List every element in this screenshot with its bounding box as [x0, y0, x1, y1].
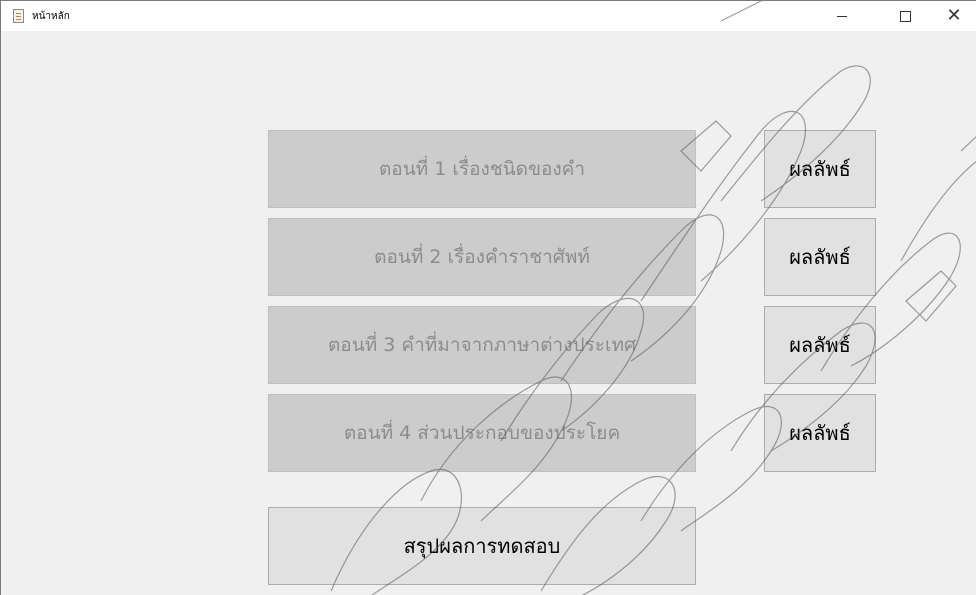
- watermark-overlay: [330, 1, 976, 595]
- part-1-result-button[interactable]: ผลลัพธ์: [764, 130, 876, 208]
- part-4-button[interactable]: ตอนที่ 4 ส่วนประกอบของประโยค: [268, 394, 696, 472]
- part-2-result-button[interactable]: ผลลัพธ์: [764, 218, 876, 296]
- window-title: หน้าหลัก: [32, 11, 70, 22]
- main-window: หน้าหลัก ✕ ตอนที่ 1 เรื่องชนิดของคำ ผลลั…: [0, 0, 976, 595]
- minimize-button[interactable]: [819, 1, 865, 31]
- app-icon: [13, 9, 24, 23]
- maximize-button[interactable]: [882, 1, 928, 31]
- part-3-button[interactable]: ตอนที่ 3 คำที่มาจากภาษาต่างประเทศ: [268, 306, 696, 384]
- part-4-result-button[interactable]: ผลลัพธ์: [764, 394, 876, 472]
- close-icon: ✕: [946, 5, 962, 26]
- part-2-button[interactable]: ตอนที่ 2 เรื่องคำราชาศัพท์: [268, 218, 696, 296]
- close-button[interactable]: ✕: [931, 1, 976, 31]
- title-bar[interactable]: หน้าหลัก ✕: [1, 1, 976, 31]
- maximize-icon: [899, 10, 911, 22]
- part-1-button[interactable]: ตอนที่ 1 เรื่องชนิดของคำ: [268, 130, 696, 208]
- summary-button[interactable]: สรุปผลการทดสอบ: [268, 507, 696, 585]
- minimize-icon: [837, 15, 847, 17]
- part-3-result-button[interactable]: ผลลัพธ์: [764, 306, 876, 384]
